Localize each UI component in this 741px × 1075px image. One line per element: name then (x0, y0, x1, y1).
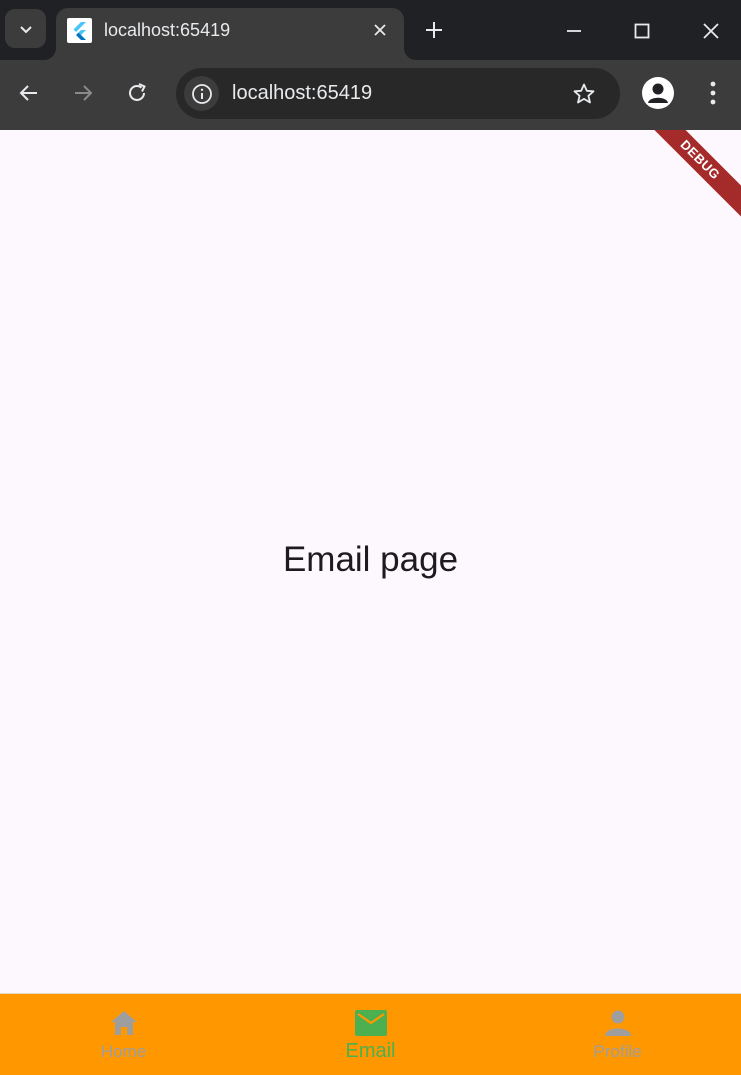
email-icon (354, 1008, 387, 1038)
reload-icon (129, 83, 146, 101)
person-icon (648, 83, 668, 103)
chevron-down-icon (19, 25, 32, 33)
tab-active[interactable]: localhost:65419 (56, 8, 404, 60)
minimize-icon (567, 30, 581, 32)
arrow-left-icon (19, 85, 37, 101)
menu-button[interactable] (700, 76, 726, 110)
person-icon (602, 1008, 634, 1038)
close-icon (374, 24, 386, 36)
maximize-button[interactable] (625, 14, 659, 48)
new-tab-button[interactable] (420, 16, 448, 44)
flutter-logo-icon (67, 18, 92, 43)
nav-item-profile[interactable]: Profile (494, 994, 741, 1075)
profile-button[interactable] (642, 77, 674, 109)
plus-icon (426, 22, 442, 38)
forward-button[interactable] (66, 76, 100, 110)
close-icon (703, 23, 719, 39)
site-info-button[interactable] (184, 76, 219, 111)
url-text[interactable]: localhost:65419 (232, 82, 372, 105)
reload-button[interactable] (120, 76, 154, 110)
back-button[interactable] (12, 76, 46, 110)
minimize-button[interactable] (557, 14, 591, 48)
info-icon (191, 83, 212, 104)
nav-label-email: Email (345, 1040, 396, 1062)
tab-search-button[interactable] (5, 9, 46, 48)
browser-window: localhost:65419 localhost:65419 DEBUG Em… (0, 0, 741, 1075)
nav-item-email[interactable]: Email (247, 994, 494, 1075)
browser-toolbar: localhost:65419 (0, 60, 741, 130)
nav-label-home: Home (100, 1042, 147, 1061)
nav-label-profile: Profile (593, 1042, 642, 1061)
bookmark-button[interactable] (570, 80, 598, 108)
star-icon (573, 83, 595, 104)
close-window-button[interactable] (694, 14, 728, 48)
tab-title: localhost:65419 (104, 20, 231, 40)
address-bar[interactable]: localhost:65419 (176, 68, 620, 119)
debug-banner: DEBUG (639, 130, 741, 221)
bottom-navigation-bar: Home Email Profile (0, 993, 741, 1075)
more-vert-icon (710, 81, 716, 105)
tab-strip: localhost:65419 (0, 0, 741, 60)
home-icon (108, 1008, 140, 1038)
arrow-right-icon (75, 85, 93, 101)
page-viewport: DEBUG Email page Home Email Profile (0, 130, 741, 1075)
tab-close-button[interactable] (370, 20, 390, 40)
page-title: Email page (282, 540, 459, 579)
nav-item-home[interactable]: Home (0, 994, 247, 1075)
maximize-icon (634, 23, 650, 39)
